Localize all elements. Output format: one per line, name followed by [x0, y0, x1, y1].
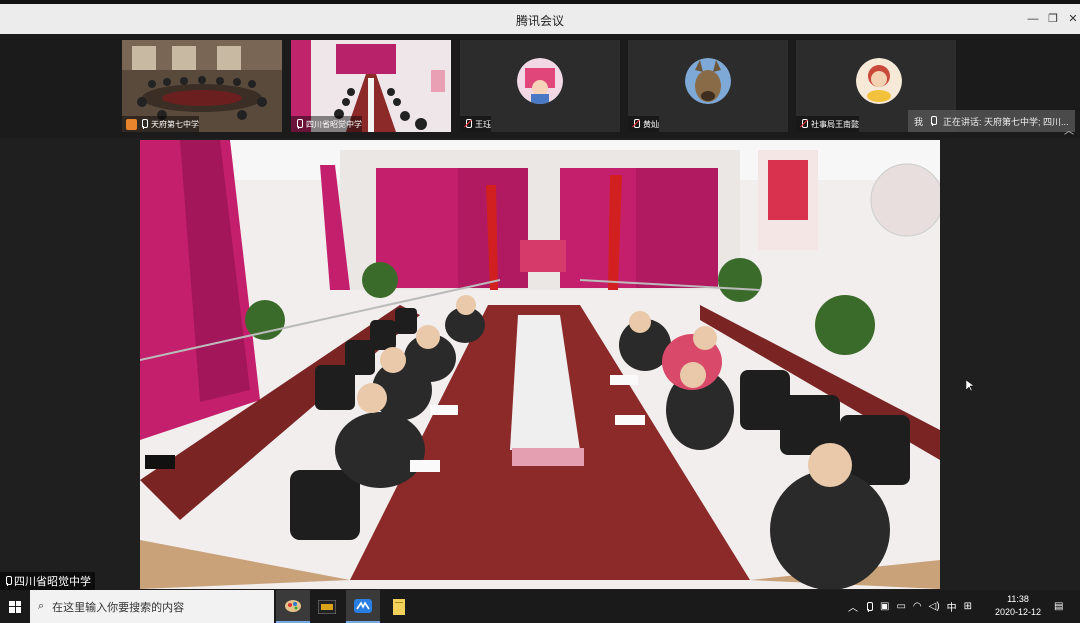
- main-video-stage: [0, 138, 1080, 590]
- mic-icon[interactable]: [929, 116, 938, 126]
- wifi-icon[interactable]: ◠: [913, 601, 922, 612]
- participant-tile-2[interactable]: 四川省昭觉中学: [291, 40, 451, 132]
- participant-name: 社事局王南懿: [811, 119, 859, 129]
- mic-icon: [4, 576, 12, 586]
- ime-indicator[interactable]: 中: [947, 599, 957, 614]
- taskbar-app-paint[interactable]: [276, 590, 310, 623]
- restore-icon[interactable]: ❐: [1046, 12, 1060, 26]
- clock-date: 2020-12-12: [994, 607, 1042, 617]
- taskbar-app-film[interactable]: [310, 590, 344, 623]
- taskbar-app-tencent-meeting[interactable]: [346, 590, 380, 623]
- volume-icon[interactable]: ◁): [929, 601, 940, 612]
- meeting-room-scene: [140, 140, 940, 589]
- system-tray: ︿ ▣ ▭ ◠ ◁) 中 ⊞: [848, 590, 972, 623]
- participant-tile-3[interactable]: 王珏: [460, 40, 620, 132]
- mic-icon: [140, 119, 148, 129]
- search-placeholder: 在这里输入你要搜索的内容: [52, 601, 185, 614]
- participant-name-bar: 四川省昭觉中学: [291, 116, 362, 132]
- me-label: 我: [914, 116, 924, 127]
- mic-off-icon: [632, 119, 640, 129]
- notes-icon: [393, 598, 405, 615]
- windows-icon: [9, 600, 21, 613]
- video-badge-icon: [126, 118, 137, 130]
- keyboard-icon[interactable]: ⊞: [964, 601, 972, 612]
- taskbar: ⌕ 在这里输入你要搜索的内容 ︿ ▣ ▭ ◠ ◁) 中 ⊞ 11:38 2020…: [0, 590, 1080, 623]
- speaking-indicator: 我 正在讲话: 天府第七中学; 四川...: [908, 110, 1075, 132]
- participant-name-bar: 天府第七中学: [122, 116, 199, 132]
- window-title: 腾讯会议: [515, 14, 564, 28]
- taskbar-app-notes[interactable]: [382, 590, 416, 623]
- presenter-name: 四川省昭觉中学: [14, 576, 91, 588]
- participant-name: 王珏: [475, 119, 491, 129]
- app-tray-icon[interactable]: ▣: [880, 601, 889, 612]
- chevron-up-icon[interactable]: ︿: [1064, 122, 1074, 137]
- tencent-meeting-icon: [354, 598, 372, 613]
- search-icon: ⌕: [38, 600, 45, 612]
- start-button[interactable]: [0, 590, 30, 623]
- participant-name: 黄灿: [643, 119, 659, 129]
- participant-tile-1[interactable]: 天府第七中学: [122, 40, 282, 132]
- title-bar: 腾讯会议 — ❐ ✕: [0, 0, 1080, 34]
- avatar: [517, 58, 563, 104]
- participant-strip: 天府第七中学 四川省昭觉中学 王珏 黄灿 社事局王南懿 我 正在讲话: 天府第七…: [0, 34, 1080, 138]
- paint-icon: [285, 599, 301, 612]
- participant-name-bar: 王珏: [460, 116, 491, 132]
- avatar: [856, 58, 902, 104]
- minimize-icon[interactable]: —: [1026, 12, 1040, 26]
- participant-name: 天府第七中学: [151, 119, 199, 129]
- speaking-text: 正在讲话: 天府第七中学; 四川...: [943, 116, 1069, 127]
- participant-name-bar: 社事局王南懿: [796, 116, 859, 132]
- clock[interactable]: 11:38 2020-12-12: [990, 593, 1046, 619]
- participant-tile-4[interactable]: 黄灿: [628, 40, 788, 132]
- close-icon[interactable]: ✕: [1066, 12, 1080, 26]
- mic-off-icon: [800, 119, 808, 129]
- battery-icon[interactable]: ▭: [896, 601, 905, 612]
- taskbar-search[interactable]: ⌕ 在这里输入你要搜索的内容: [30, 590, 274, 623]
- clock-time: 11:38: [1007, 594, 1029, 604]
- mic-icon: [295, 119, 303, 129]
- presenter-label: 四川省昭觉中学: [0, 572, 95, 590]
- participant-name: 四川省昭觉中学: [306, 119, 362, 129]
- film-icon: [318, 599, 336, 614]
- mic-icon[interactable]: [865, 601, 873, 612]
- notification-icon[interactable]: ▤: [1054, 590, 1063, 623]
- chevron-up-icon[interactable]: ︿: [848, 599, 858, 614]
- mic-off-icon: [464, 119, 472, 129]
- participant-name-bar: 黄灿: [628, 116, 659, 132]
- main-video: [140, 140, 940, 589]
- avatar: [685, 58, 731, 104]
